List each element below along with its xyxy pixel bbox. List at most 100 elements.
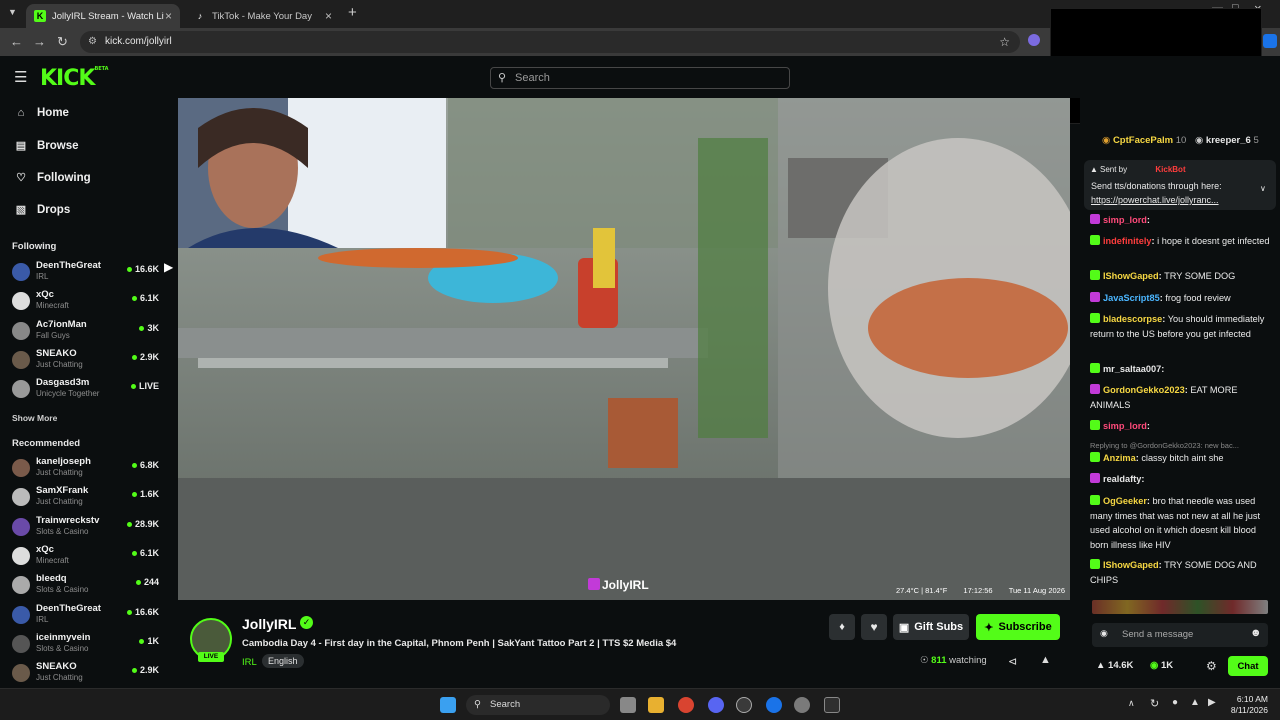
chrome-icon[interactable] [678,697,694,713]
channel-category: Slots & Casino [36,643,89,653]
sidebar-channel[interactable]: iceinmyvein Slots & Casino 1K [10,631,162,659]
settings-gear-icon[interactable]: ⚙ [1206,659,1217,673]
mic-icon[interactable]: ● [1172,697,1178,708]
chat-button[interactable]: Chat [1228,656,1268,676]
channel-name: kaneljoseph [36,456,91,467]
chat-message[interactable]: IShowGaped: TRY SOME DOG [1090,269,1270,284]
clock[interactable]: 6:10 AM 8/11/2026 [1226,694,1268,716]
chat-message[interactable]: simp_lord: [1090,213,1270,228]
sidebar-item-home[interactable]: ⌂ Home [14,107,69,119]
browser-menu-icon[interactable] [1263,34,1277,48]
sidebar-item-browse[interactable]: ▤ Browse [14,139,79,153]
chat-username[interactable]: JavaScript85 [1103,293,1160,303]
search-input[interactable]: ⚲ Search [490,67,790,89]
chat-message[interactable]: indefinitely: i hope it doesnt get infec… [1090,234,1270,249]
user-badge-icon [1090,559,1100,569]
follow-button[interactable]: ♥ [861,614,887,640]
chat-message[interactable]: Replying to @GordonGekko2023: new bac...… [1090,441,1270,466]
chat-username[interactable]: simp_lord [1103,215,1147,225]
chat-username[interactable]: IShowGaped [1103,271,1159,281]
language-tag[interactable]: English [262,654,304,668]
sidebar-channel[interactable]: SamXFrank Just Chatting 1.6K [10,484,162,512]
close-tab-icon[interactable]: × [165,9,172,23]
chevron-down-icon[interactable]: ∨ [1260,184,1266,193]
share-icon[interactable]: ⊲ [1008,655,1017,668]
video-player[interactable]: JollyIRL 27.4°C | 81.4°F 17:12:56 Tue 11… [178,98,1070,600]
discord-icon[interactable] [708,697,724,713]
sidebar-channel[interactable]: Trainwreckstv Slots & Casino 28.9K [10,514,162,542]
file-explorer-icon[interactable] [648,697,664,713]
subscribe-button[interactable]: ✦ Subscribe [976,614,1060,640]
forward-icon[interactable]: → [33,34,46,49]
avatar [12,517,30,536]
chat-message[interactable]: JavaScript85: frog food review [1090,291,1270,306]
chat-message[interactable]: simp_lord: [1090,419,1270,434]
pinned-link[interactable]: https://powerchat.live/jollyranc... [1091,195,1219,205]
windows-start-icon[interactable] [440,697,456,713]
tray-chevron-icon[interactable]: ∧ [1128,698,1135,709]
sidebar-channel[interactable]: kaneljoseph Just Chatting 6.8K [10,455,162,483]
chat-message[interactable]: mr_saltaa007: [1090,362,1270,377]
tab-list-chevron-icon[interactable]: ▼ [8,7,17,17]
streamer-name[interactable]: JollyIRL [242,616,296,632]
chrome-active-icon[interactable] [766,697,782,713]
sidebar-channel[interactable]: DeenTheGreat IRL 16.6K [10,602,162,630]
reload-icon[interactable]: ↻ [57,34,68,50]
sidebar-channel[interactable]: SNEAKO Just Chatting 2.9K [10,660,162,688]
sidebar-item-drops[interactable]: ▧ Drops [14,203,70,217]
viewer-count: 6.8K [131,460,159,470]
sidebar-channel[interactable]: DeenTheGreat IRL 16.6K [10,259,162,287]
menu-icon[interactable]: ☰ [14,68,27,86]
avatar [12,350,30,369]
network-icon[interactable]: ↻ [1150,697,1159,710]
bookmark-star-icon[interactable]: ☆ [999,31,1010,53]
chat-username[interactable]: simp_lord [1103,421,1147,431]
kick-logo[interactable]: KICKBETA [40,66,109,91]
category-link[interactable]: IRL [242,657,257,668]
sidebar-channel[interactable]: SNEAKO Just Chatting 2.9K [10,347,162,375]
chat-username[interactable]: mr_saltaa007 [1103,364,1161,374]
report-icon[interactable]: ▲ [1040,654,1051,666]
chat-input[interactable]: ◉ Send a message ☻ [1092,623,1268,647]
new-tab-icon[interactable]: + [348,4,357,21]
pinned-message[interactable]: ▲ Sent by KickBot Send tts/donations thr… [1084,160,1276,210]
video-watermark: JollyIRL [588,578,649,592]
sidebar-channel[interactable]: xQc Minecraft 6.1K [10,288,162,316]
taskbar-search[interactable]: ⚲ Search [466,695,610,715]
close-tab-icon[interactable]: × [325,9,332,23]
chat-message[interactable]: realdafty: [1090,472,1270,487]
task-view-icon[interactable] [620,697,636,713]
chat-message[interactable]: IShowGaped: TRY SOME DOG AND CHIPS [1090,558,1270,587]
chat-username[interactable]: IShowGaped [1103,560,1159,570]
settings-icon[interactable] [794,697,810,713]
site-info-icon[interactable]: ⚙ [88,31,97,53]
app-icon[interactable] [736,697,752,713]
back-icon[interactable]: ← [10,34,23,49]
chat-username[interactable]: bladescorpse [1103,314,1162,324]
chat-message[interactable]: GordonGekko2023: EAT MORE ANIMALS [1090,383,1270,412]
gift-subs-button[interactable]: ▣ Gift Subs [893,614,969,640]
address-bar[interactable]: ⚙ kick.com/jollyirl ☆ [80,31,1020,53]
chat-username[interactable]: OgGeeker [1103,496,1147,506]
terminal-icon[interactable] [824,697,840,713]
show-more-link[interactable]: Show More [12,413,57,423]
chat-username[interactable]: Anzima [1103,453,1136,463]
chat-message[interactable]: OgGeeker: bro that needle was used many … [1090,494,1270,552]
chat-message[interactable]: bladescorpse: You should immediately ret… [1090,312,1270,341]
chat-username[interactable]: GordonGekko2023 [1103,385,1185,395]
chat-username[interactable]: realdafty [1103,474,1141,484]
tab-kick[interactable]: K JollyIRL Stream - Watch Live × [26,4,180,28]
sidebar-channel[interactable]: Dasgasd3m Unicycle Together LIVE [10,376,162,404]
sidebar-item-following[interactable]: ♡ Following [14,171,91,185]
volume-icon[interactable]: ▶ [1208,697,1216,708]
extension-icon[interactable] [1028,34,1040,46]
live-dot-icon [135,580,141,586]
emoji-icon[interactable]: ☻ [1250,627,1262,639]
sidebar-channel[interactable]: xQc Minecraft 6.1K [10,543,162,571]
wifi-icon[interactable]: ▲ [1190,697,1200,708]
sidebar-channel[interactable]: Ac7ionMan Fall Guys 3K [10,318,162,346]
notifications-button[interactable]: ♦ [829,614,855,640]
sidebar-channel[interactable]: bleedq Slots & Casino 244 [10,572,162,600]
chat-username[interactable]: indefinitely [1103,236,1152,246]
tab-tiktok[interactable]: ♪ TikTok - Make Your Day × [186,4,340,28]
